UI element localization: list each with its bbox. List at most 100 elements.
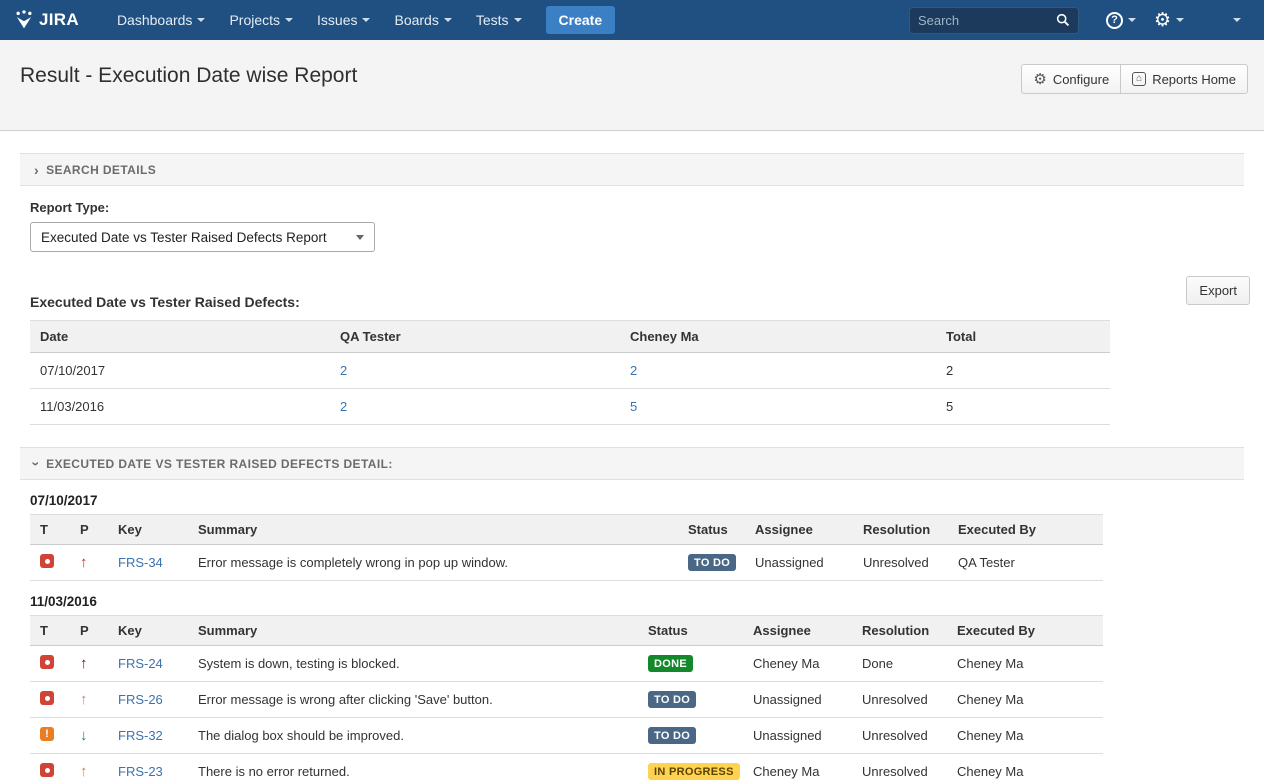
status-badge: DONE bbox=[648, 655, 693, 672]
jira-logo[interactable]: JIRA bbox=[14, 10, 79, 30]
quick-search[interactable] bbox=[909, 7, 1079, 34]
gear-icon: ⚙ bbox=[1033, 72, 1046, 87]
home-icon: ⌂ bbox=[1132, 72, 1146, 86]
issue-key-link[interactable]: FRS-24 bbox=[118, 656, 163, 671]
admin-menu[interactable]: ⚙ bbox=[1154, 11, 1184, 30]
col-priority: P bbox=[70, 616, 108, 646]
status-badge: IN PROGRESS bbox=[648, 763, 740, 780]
nav-tests[interactable]: Tests bbox=[476, 12, 522, 28]
create-button[interactable]: Create bbox=[546, 6, 616, 34]
search-input[interactable] bbox=[918, 13, 1056, 28]
col-priority: P bbox=[70, 515, 108, 545]
page-header: Result - Execution Date wise Report ⚙ Co… bbox=[0, 40, 1264, 131]
jira-logo-icon bbox=[14, 10, 34, 30]
priority-down-icon: ↓ bbox=[80, 727, 88, 744]
col-status: Status bbox=[638, 616, 743, 646]
col-key: Key bbox=[108, 515, 188, 545]
nav-projects[interactable]: Projects bbox=[229, 12, 293, 28]
col-key: Key bbox=[108, 616, 188, 646]
chevron-down-icon bbox=[514, 18, 522, 22]
col-summary: Summary bbox=[188, 515, 678, 545]
resolution-cell: Done bbox=[852, 646, 947, 682]
chevron-down-icon: › bbox=[29, 461, 45, 466]
search-details-toggle[interactable]: › SEARCH DETAILS bbox=[20, 153, 1244, 186]
summary-cell: There is no error returned. bbox=[188, 754, 638, 782]
report-type-block: Report Type: Executed Date vs Tester Rai… bbox=[20, 186, 1244, 252]
col-qa-tester: QA Tester bbox=[330, 321, 620, 353]
header-actions: ⚙ Configure ⌂ Reports Home bbox=[1021, 64, 1248, 94]
count-link[interactable]: 2 bbox=[630, 363, 637, 378]
table-row: ↑ FRS-34 Error message is completely wro… bbox=[30, 545, 1103, 581]
col-type: T bbox=[30, 616, 70, 646]
bug-icon bbox=[40, 691, 54, 705]
chevron-down-icon bbox=[1128, 18, 1136, 22]
count-link[interactable]: 2 bbox=[340, 363, 347, 378]
total-cell: 2 bbox=[936, 353, 1110, 389]
nav-issues[interactable]: Issues bbox=[317, 12, 370, 28]
bug-icon bbox=[40, 655, 54, 669]
avatar bbox=[1202, 7, 1228, 33]
main-content: › SEARCH DETAILS Report Type: Executed D… bbox=[0, 131, 1264, 782]
col-assignee: Assignee bbox=[745, 515, 853, 545]
table-row: ↑ FRS-24 System is down, testing is bloc… bbox=[30, 646, 1103, 682]
priority-up-icon: ↑ bbox=[80, 691, 88, 708]
resolution-cell: Unresolved bbox=[852, 754, 947, 782]
chevron-down-icon bbox=[1233, 18, 1241, 22]
chevron-down-icon bbox=[362, 18, 370, 22]
detail-table: T P Key Summary Status Assignee Resoluti… bbox=[30, 514, 1103, 581]
executed-by-cell: QA Tester bbox=[948, 545, 1103, 581]
status-badge: TO DO bbox=[688, 554, 736, 571]
summary-cell: The dialog box should be improved. bbox=[188, 718, 638, 754]
top-navbar: JIRA Dashboards Projects Issues Boards T… bbox=[0, 0, 1264, 40]
help-menu[interactable]: ? bbox=[1106, 12, 1136, 29]
help-icon: ? bbox=[1106, 12, 1123, 29]
col-resolution: Resolution bbox=[853, 515, 948, 545]
priority-up-icon: ↑ bbox=[80, 554, 88, 571]
chevron-down-icon bbox=[1176, 18, 1184, 22]
report-type-select[interactable]: Executed Date vs Tester Raised Defects R… bbox=[30, 222, 375, 252]
configure-button[interactable]: ⚙ Configure bbox=[1021, 64, 1120, 94]
assignee-cell: Unassigned bbox=[745, 545, 853, 581]
user-menu[interactable] bbox=[1202, 7, 1241, 33]
jira-logo-text: JIRA bbox=[39, 10, 79, 30]
table-row: ↑ FRS-23 There is no error returned. IN … bbox=[30, 754, 1103, 782]
detail-section-toggle[interactable]: › EXECUTED DATE VS TESTER RAISED DEFECTS… bbox=[20, 447, 1244, 480]
executed-by-cell: Cheney Ma bbox=[947, 682, 1103, 718]
issue-key-link[interactable]: FRS-23 bbox=[118, 764, 163, 779]
issue-key-link[interactable]: FRS-34 bbox=[118, 555, 163, 570]
col-assignee: Assignee bbox=[743, 616, 852, 646]
summary-cell: System is down, testing is blocked. bbox=[188, 646, 638, 682]
nav-dashboards[interactable]: Dashboards bbox=[117, 12, 206, 28]
total-cell: 5 bbox=[936, 389, 1110, 425]
summary-table: Date QA Tester Cheney Ma Total 07/10/201… bbox=[30, 320, 1110, 425]
date-cell: 07/10/2017 bbox=[30, 353, 330, 389]
nav-boards[interactable]: Boards bbox=[394, 12, 451, 28]
status-badge: TO DO bbox=[648, 691, 696, 708]
issue-key-link[interactable]: FRS-26 bbox=[118, 692, 163, 707]
table-row: ↑ FRS-26 Error message is wrong after cl… bbox=[30, 682, 1103, 718]
export-button[interactable]: Export bbox=[1186, 276, 1250, 305]
chevron-down-icon bbox=[197, 18, 205, 22]
reports-home-button[interactable]: ⌂ Reports Home bbox=[1120, 64, 1248, 94]
col-total: Total bbox=[936, 321, 1110, 353]
col-executed-by: Executed By bbox=[947, 616, 1103, 646]
report-type-selected-value: Executed Date vs Tester Raised Defects R… bbox=[41, 230, 327, 245]
search-icon bbox=[1056, 13, 1070, 27]
resolution-cell: Unresolved bbox=[852, 718, 947, 754]
table-row: 07/10/2017 2 2 2 bbox=[30, 353, 1110, 389]
summary-section: Export Executed Date vs Tester Raised De… bbox=[20, 294, 1244, 425]
table-row: 11/03/2016 2 5 5 bbox=[30, 389, 1110, 425]
count-link[interactable]: 5 bbox=[630, 399, 637, 414]
count-link[interactable]: 2 bbox=[340, 399, 347, 414]
assignee-cell: Unassigned bbox=[743, 718, 852, 754]
date-cell: 11/03/2016 bbox=[30, 389, 330, 425]
summary-cell: Error message is wrong after clicking 'S… bbox=[188, 682, 638, 718]
bug-icon bbox=[40, 554, 54, 568]
page-title: Result - Execution Date wise Report bbox=[20, 64, 357, 88]
group-date: 11/03/2016 bbox=[30, 594, 1244, 609]
detail-table: T P Key Summary Status Assignee Resoluti… bbox=[30, 615, 1103, 782]
resolution-cell: Unresolved bbox=[852, 682, 947, 718]
chevron-down-icon bbox=[444, 18, 452, 22]
issue-key-link[interactable]: FRS-32 bbox=[118, 728, 163, 743]
status-badge: TO DO bbox=[648, 727, 696, 744]
